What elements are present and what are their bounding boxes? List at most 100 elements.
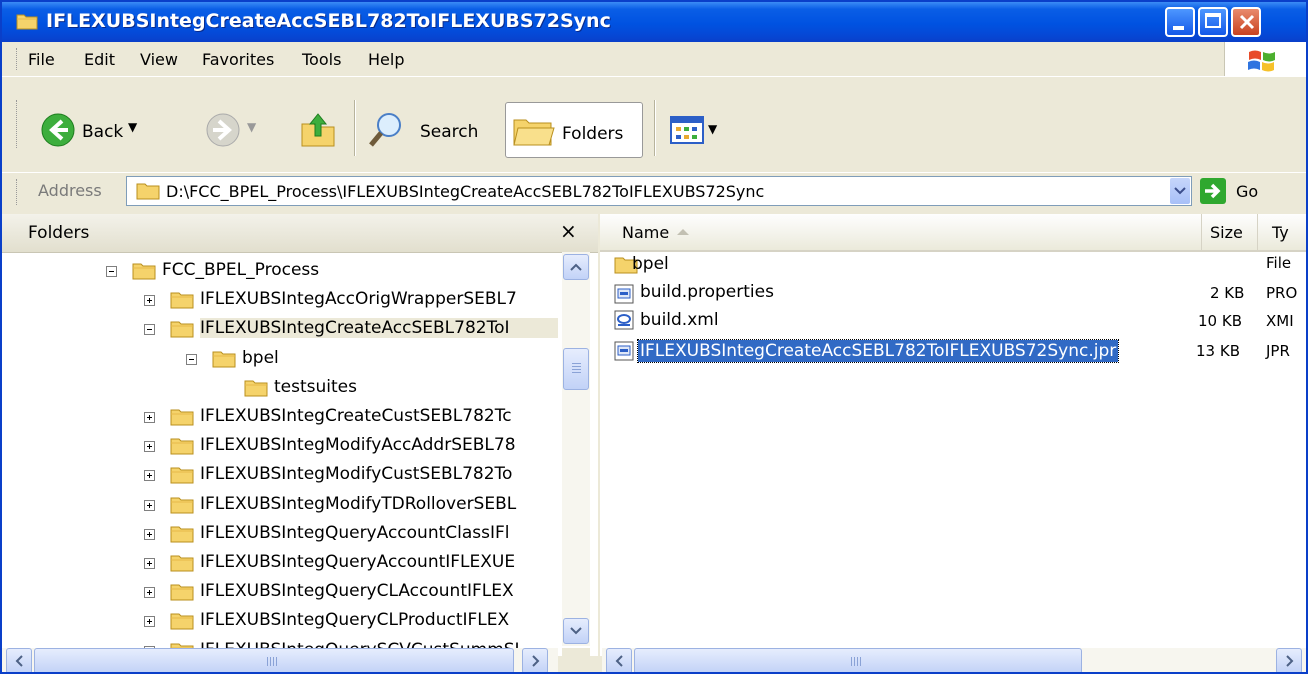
file-name: build.properties [640,282,774,302]
tree-node[interactable]: IFLEXUBSIntegModifyCustSEBL782To [2,462,560,490]
folders-horizontal-scrollbar[interactable] [2,648,558,672]
file-row[interactable]: bpel File [610,254,1300,282]
menu-help[interactable]: Help [368,50,404,69]
folder-icon [170,526,194,543]
tree-node-label: FCC_BPEL_Process [162,260,320,280]
chevron-left-icon [15,655,23,667]
toolbar-grip[interactable] [16,48,21,70]
xml-file-icon [614,310,634,330]
forward-dropdown-icon[interactable]: ▼ [247,120,256,134]
folders-pane-close-icon[interactable]: × [560,219,577,243]
scroll-thumb[interactable] [634,648,1082,672]
expand-plus-icon[interactable] [144,558,155,569]
back-dropdown-icon[interactable]: ▼ [128,120,137,134]
toolbar-grip[interactable] [16,100,21,148]
chevron-right-icon [532,655,540,667]
file-type: File [1266,254,1292,272]
folder-icon [170,613,194,630]
scroll-left-button[interactable] [606,648,632,672]
expand-plus-icon[interactable] [144,412,155,423]
expand-plus-icon[interactable] [144,587,155,598]
tree-node[interactable]: bpel [2,346,560,374]
tree-node[interactable]: IFLEXUBSIntegCreateCustSEBL782Tc [2,404,560,432]
close-button[interactable] [1231,7,1261,37]
menu-tools[interactable]: Tools [302,50,341,69]
scroll-left-button[interactable] [6,648,32,672]
expand-plus-icon[interactable] [144,441,155,452]
folders-vertical-scrollbar[interactable] [562,252,590,646]
tree-node[interactable]: IFLEXUBSIntegQueryCLProductIFLEX [2,608,560,636]
collapse-minus-icon[interactable] [186,354,197,365]
tree-node[interactable]: FCC_BPEL_Process [2,258,560,286]
up-folder-icon[interactable] [298,110,338,150]
back-button[interactable]: Back [82,122,123,142]
chevron-down-icon [570,627,582,635]
search-button[interactable]: Search [420,122,478,142]
file-row[interactable]: build.xml 10 KB XMI [610,310,1300,338]
expand-plus-icon[interactable] [144,470,155,481]
file-list-horizontal-scrollbar[interactable] [602,648,1306,672]
menu-file[interactable]: File [28,50,55,69]
tree-node-label: IFLEXUBSIntegCreateCustSEBL782Tc [200,406,512,426]
folder-icon [170,497,194,514]
expand-plus-icon[interactable] [144,616,155,627]
scroll-down-button[interactable] [563,618,589,644]
collapse-minus-icon[interactable] [106,266,117,277]
tree-node[interactable]: IFLEXUBSIntegQueryAccountIFLEXUE [2,550,560,578]
expand-plus-icon[interactable] [144,529,155,540]
maximize-button[interactable] [1198,7,1228,37]
tree-node[interactable]: IFLEXUBSIntegQueryCLAccountIFLEX [2,579,560,607]
views-dropdown-icon[interactable]: ▼ [708,122,717,136]
tree-node[interactable]: IFLEXUBSIntegModifyTDRolloverSEBL [2,492,560,520]
address-dropdown-button[interactable] [1170,178,1190,204]
file-size: 10 KB [1198,312,1242,330]
folders-button-label: Folders [562,124,624,144]
expand-plus-icon[interactable] [144,295,155,306]
views-icon[interactable] [670,116,704,144]
scroll-thumb[interactable] [34,648,514,672]
menu-bar: File Edit View Favorites Tools Help [2,42,1306,77]
address-path[interactable]: D:\FCC_BPEL_Process\IFLEXUBSIntegCreateA… [166,182,764,201]
file-row[interactable]: build.properties 2 KB PRO [610,282,1300,310]
scroll-thumb[interactable] [563,348,589,390]
tree-node[interactable]: IFLEXUBSIntegCreateAccSEBL782ToI [2,316,560,344]
tree-node[interactable]: testsuites [2,375,560,403]
collapse-minus-icon[interactable] [144,324,155,335]
back-arrow-icon[interactable] [40,112,76,148]
scroll-right-button[interactable] [522,648,548,672]
file-row-selected[interactable]: IFLEXUBSIntegCreateAccSEBL782ToIFLEXUBS7… [610,338,1300,366]
scroll-up-button[interactable] [563,254,589,280]
file-type: PRO [1266,284,1298,302]
expand-plus-icon[interactable] [144,500,155,511]
chevron-down-icon [1174,187,1186,195]
go-arrow-icon[interactable] [1200,178,1226,204]
minimize-button[interactable] [1165,7,1195,37]
window-title: IFLEXUBSIntegCreateAccSEBL782ToIFLEXUBS7… [46,10,611,32]
menu-favorites[interactable]: Favorites [202,50,274,69]
title-bar[interactable]: IFLEXUBSIntegCreateAccSEBL782ToIFLEXUBS7… [2,2,1306,42]
folders-pane-title: Folders [28,223,90,243]
column-header-name[interactable] [600,214,1202,252]
explorer-window: IFLEXUBSIntegCreateAccSEBL782ToIFLEXUBS7… [0,0,1308,674]
file-size: 2 KB [1210,284,1245,302]
search-icon[interactable] [366,110,406,150]
scroll-right-button[interactable] [1276,648,1302,672]
folder-icon [170,292,194,309]
forward-arrow-icon[interactable] [205,112,241,148]
tree-node[interactable]: IFLEXUBSIntegAccOrigWrapperSEBL7 [2,287,560,315]
tree-node[interactable]: IFLEXUBSIntegModifyAccAddrSEBL78 [2,433,560,461]
file-type: JPR [1266,342,1290,360]
tree-node-label: IFLEXUBSIntegCreateAccSEBL782ToI [200,318,558,338]
chevron-right-icon [1286,655,1294,667]
file-name: bpel [632,254,669,274]
toolbar-grip[interactable] [16,179,21,205]
menu-view[interactable]: View [140,50,178,69]
tree-node-label: IFLEXUBSIntegModifyAccAddrSEBL78 [200,435,516,455]
menu-edit[interactable]: Edit [84,50,115,69]
tree-node[interactable]: IFLEXUBSIntegQueryAccountClassIFl [2,521,560,549]
sort-ascending-icon [677,229,689,235]
tree-node-label: IFLEXUBSIntegModifyCustSEBL782To [200,464,513,484]
folder-icon [136,183,160,200]
go-button[interactable]: Go [1236,182,1258,201]
chevron-left-icon [615,655,623,667]
